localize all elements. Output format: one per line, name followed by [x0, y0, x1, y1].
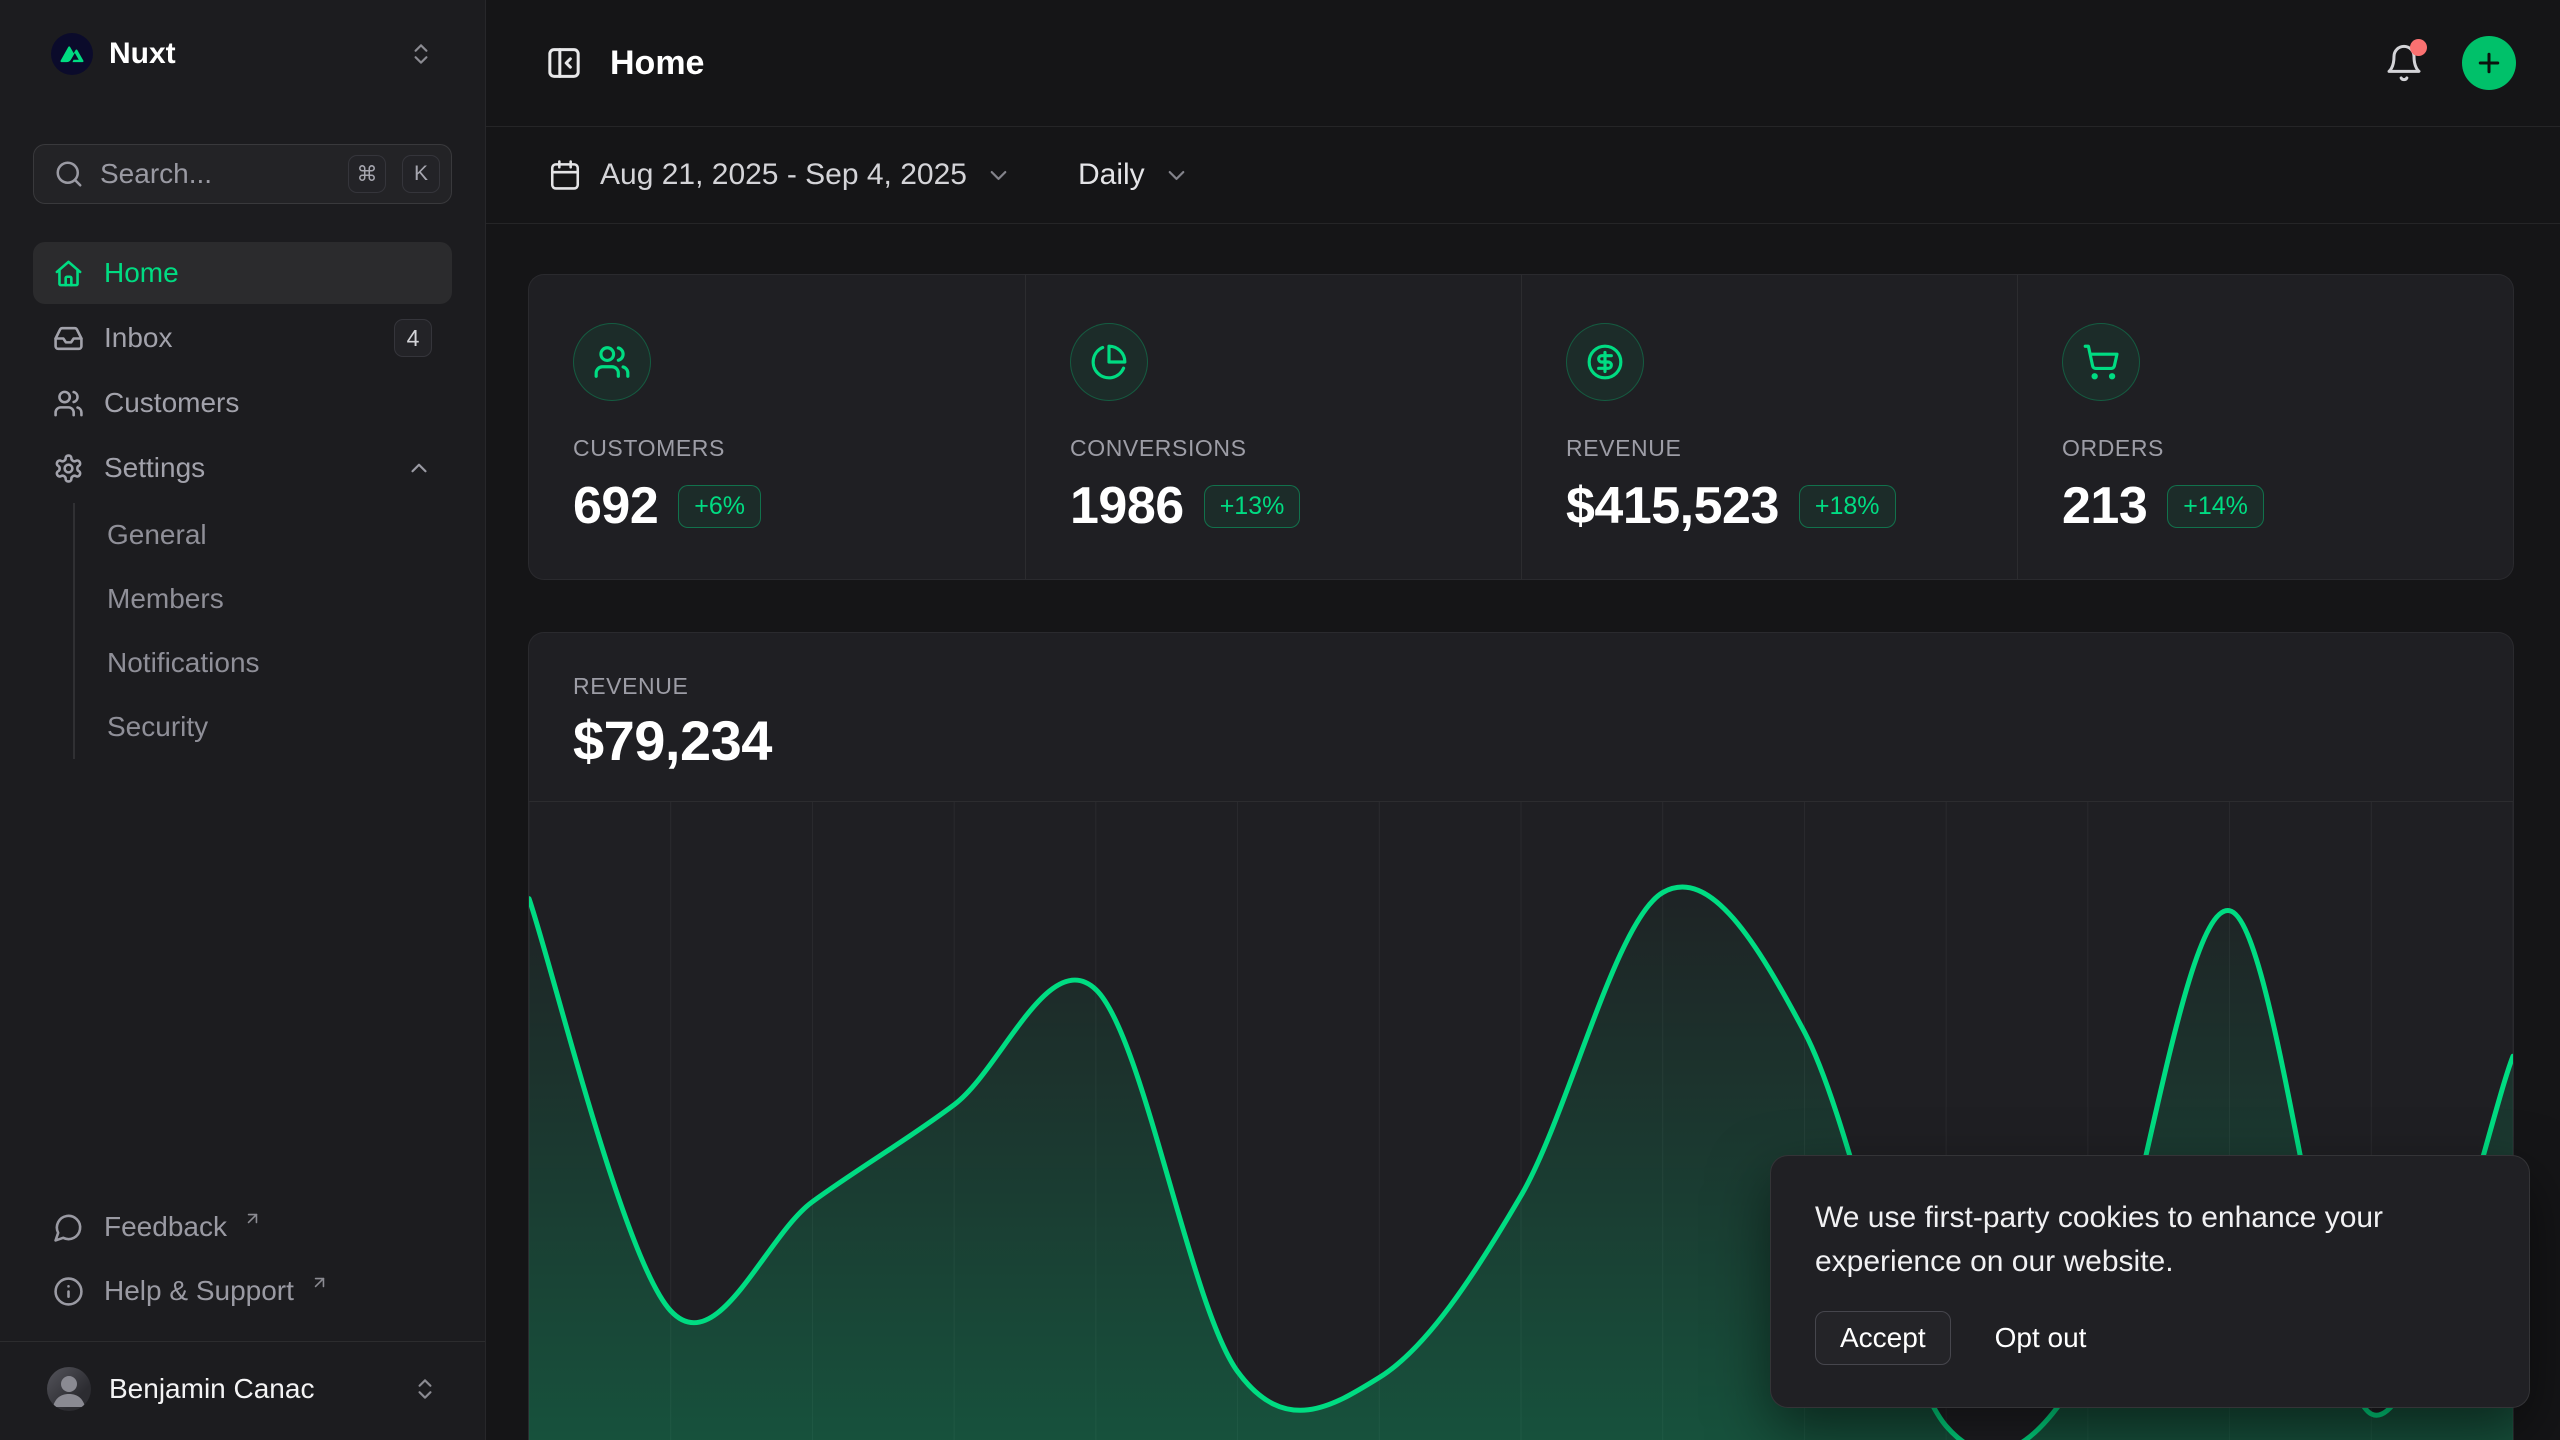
notifications-button[interactable] — [2384, 43, 2424, 83]
sidebar-nav: Home Inbox 4 Customers — [33, 242, 452, 761]
workspace-switcher[interactable]: Nuxt — [33, 22, 452, 86]
stat-label: CONVERSIONS — [1070, 435, 1477, 462]
stat-label: REVENUE — [1566, 435, 1973, 462]
sidebar-item-label: Customers — [104, 387, 239, 419]
sidebar-item-home[interactable]: Home — [33, 242, 452, 304]
cookie-message: We use first-party cookies to enhance yo… — [1815, 1196, 2485, 1283]
stat-delta-badge: +13% — [1204, 485, 1301, 528]
stat-delta-badge: +6% — [678, 485, 761, 528]
stat-value: $415,523 — [1566, 476, 1779, 536]
search-icon — [54, 159, 84, 189]
pie-chart-icon — [1070, 323, 1148, 401]
settings-subnav: General Members Notifications Security — [73, 503, 452, 759]
users-icon — [573, 323, 651, 401]
filters-toolbar: Aug 21, 2025 - Sep 4, 2025 Daily — [486, 127, 2560, 224]
stat-delta-badge: +14% — [2167, 485, 2264, 528]
plus-icon — [2474, 48, 2504, 78]
info-circle-icon — [53, 1276, 84, 1307]
sidebar-item-settings[interactable]: Settings — [33, 437, 452, 499]
page-title: Home — [610, 44, 704, 83]
stats-panel: CUSTOMERS 692 +6% CONVERSIONS 1986 +13% — [528, 274, 2514, 580]
avatar — [47, 1367, 91, 1411]
sidebar-item-label: Home — [104, 257, 179, 289]
sidebar-subitem-label: Security — [107, 711, 208, 743]
gear-icon — [53, 453, 84, 484]
add-button[interactable] — [2462, 36, 2516, 90]
stat-customers[interactable]: CUSTOMERS 692 +6% — [529, 275, 1025, 579]
inbox-icon — [53, 323, 84, 354]
workspace-name: Nuxt — [109, 37, 176, 71]
chevron-down-icon — [1163, 162, 1190, 189]
search-input[interactable] — [100, 158, 332, 190]
sidebar-item-inbox[interactable]: Inbox 4 — [33, 307, 452, 369]
external-link-icon — [310, 1273, 329, 1292]
sidebar-item-label: Feedback — [104, 1211, 227, 1243]
sidebar-item-security[interactable]: Security — [75, 695, 452, 759]
cookie-banner: We use first-party cookies to enhance yo… — [1770, 1155, 2530, 1408]
kbd-k: K — [402, 155, 440, 193]
inbox-count-badge: 4 — [394, 319, 432, 357]
nuxt-logo-icon — [51, 33, 93, 75]
stat-orders[interactable]: ORDERS 213 +14% — [2017, 275, 2513, 579]
stat-value: 692 — [573, 476, 658, 536]
date-range-label: Aug 21, 2025 - Sep 4, 2025 — [600, 158, 967, 192]
calendar-icon — [548, 158, 582, 192]
sidebar-item-label: Help & Support — [104, 1275, 294, 1307]
chevron-up-icon — [406, 455, 432, 481]
user-menu[interactable]: Benjamin Canac — [33, 1358, 452, 1420]
sidebar-collapse-button[interactable] — [544, 43, 584, 83]
period-label: Daily — [1078, 158, 1145, 192]
stat-value: 213 — [2062, 476, 2147, 536]
sidebar-subitem-label: General — [107, 519, 207, 551]
revenue-total: $79,234 — [573, 711, 2469, 771]
revenue-label: REVENUE — [573, 673, 2469, 699]
chevrons-up-down-icon — [408, 41, 434, 67]
stat-revenue[interactable]: REVENUE $415,523 +18% — [1521, 275, 2017, 579]
shopping-cart-icon — [2062, 323, 2140, 401]
notification-dot — [2410, 39, 2427, 56]
dollar-circle-icon — [1566, 323, 1644, 401]
sidebar-item-label: Inbox — [104, 322, 173, 354]
user-name: Benjamin Canac — [109, 1373, 314, 1405]
topbar: Home — [486, 0, 2560, 127]
user-section: Benjamin Canac — [0, 1341, 485, 1440]
search-box[interactable]: ⌘ K — [33, 144, 452, 204]
sidebar-item-feedback[interactable]: Feedback — [33, 1195, 452, 1259]
sidebar-item-label: Settings — [104, 452, 205, 484]
sidebar-subitem-label: Notifications — [107, 647, 260, 679]
date-range-picker[interactable]: Aug 21, 2025 - Sep 4, 2025 — [548, 158, 1012, 192]
sidebar-item-notifications[interactable]: Notifications — [75, 631, 452, 695]
sidebar-item-help-support[interactable]: Help & Support — [33, 1259, 452, 1323]
period-select[interactable]: Daily — [1078, 158, 1190, 192]
cookie-accept-button[interactable]: Accept — [1815, 1311, 1951, 1365]
chevrons-up-down-icon — [412, 1376, 438, 1402]
sidebar-item-members[interactable]: Members — [75, 567, 452, 631]
stat-conversions[interactable]: CONVERSIONS 1986 +13% — [1025, 275, 1521, 579]
sidebar-item-customers[interactable]: Customers — [33, 372, 452, 434]
sidebar-subitem-label: Members — [107, 583, 224, 615]
external-link-icon — [243, 1209, 262, 1228]
kbd-cmd: ⌘ — [348, 155, 386, 193]
sidebar-item-general[interactable]: General — [75, 503, 452, 567]
chat-bubble-icon — [53, 1212, 84, 1243]
chevron-down-icon — [985, 162, 1012, 189]
cookie-optout-button[interactable]: Opt out — [1995, 1322, 2087, 1354]
stat-value: 1986 — [1070, 476, 1184, 536]
sidebar: Nuxt ⌘ K Home — [0, 0, 486, 1440]
stat-label: ORDERS — [2062, 435, 2469, 462]
users-icon — [53, 388, 84, 419]
stat-label: CUSTOMERS — [573, 435, 981, 462]
stat-delta-badge: +18% — [1799, 485, 1896, 528]
home-icon — [53, 258, 84, 289]
